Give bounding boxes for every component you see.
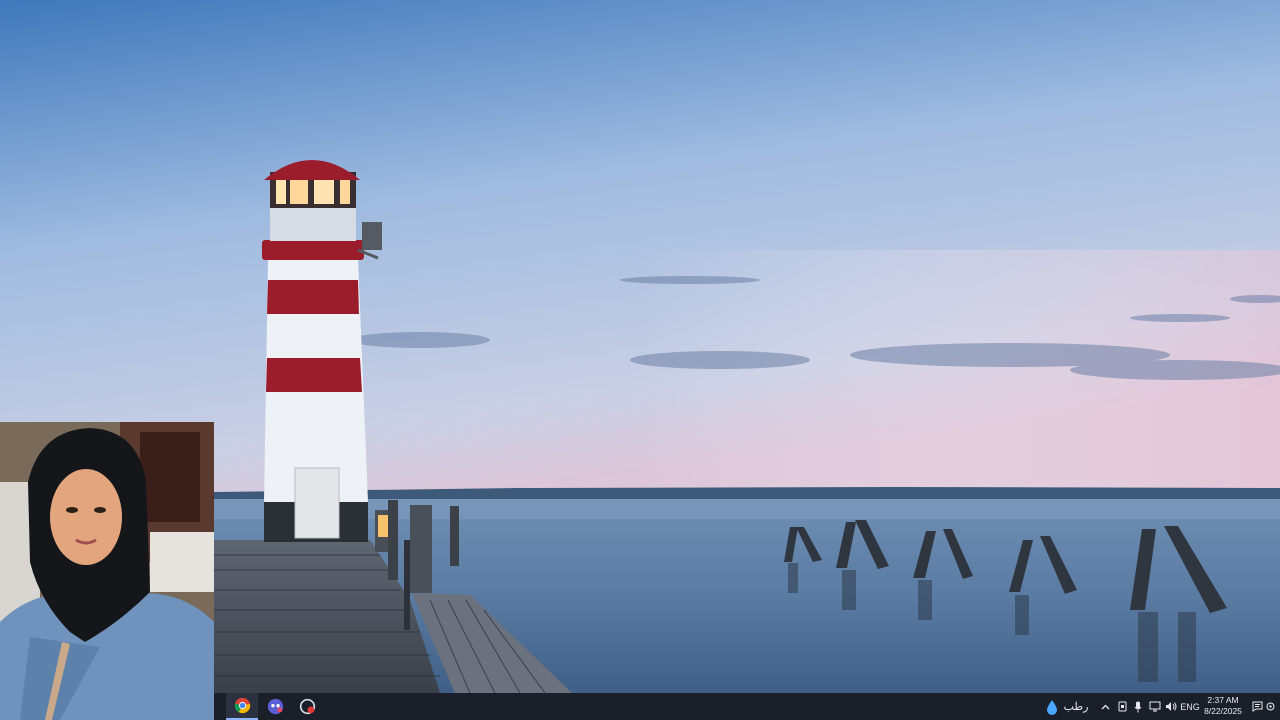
clock-date: 8/22/2025 [1204,706,1242,716]
taskbar-app-assistant[interactable] [259,693,291,720]
speaker-icon [1166,702,1177,711]
tray-volume-button[interactable] [1164,693,1178,720]
chevron-up-icon [1101,704,1109,709]
taskbar-clock[interactable]: 2:37 AM 8/22/2025 [1198,695,1248,717]
taskbar-app-chrome[interactable] [226,693,258,720]
assistant-app-icon [267,698,283,715]
network-icon [1149,701,1161,712]
tray-tablet-button[interactable] [1115,693,1129,720]
screen-recorder-icon [299,698,315,715]
webcam-overlay [0,422,214,720]
chrome-icon [234,697,250,714]
taskbar-app-recorder[interactable] [291,693,323,720]
weather-label: رطب [1063,701,1089,713]
tablet-icon [1118,701,1126,712]
show-hidden-icons-button[interactable] [1098,693,1112,720]
tray-network-button[interactable] [1147,693,1163,720]
webcam-person-image [0,422,214,720]
tray-microphone-button[interactable] [1131,693,1145,720]
clock-time: 2:37 AM [1207,695,1239,705]
weather-widget[interactable]: رطب [1042,693,1092,720]
notification-icon [1252,701,1262,712]
notification-center-button[interactable] [1250,693,1264,720]
microphone-icon [1134,701,1142,712]
focus-assist-icon [1266,702,1274,711]
input-language-button[interactable]: ENG [1180,693,1200,720]
show-desktop-button[interactable] [1264,693,1276,720]
raindrop-icon [1046,699,1057,715]
